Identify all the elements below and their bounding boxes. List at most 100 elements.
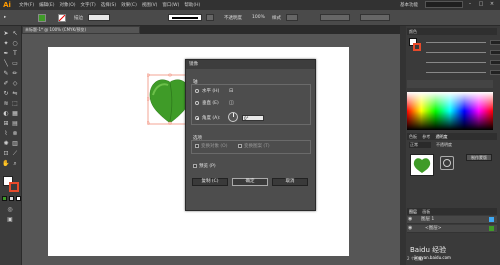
opacity-label: 不透明度 — [224, 16, 242, 21]
document-tab[interactable]: 未标题-1* @ 100% (CMYK/预览) — [22, 26, 140, 34]
color-tab-label[interactable]: 颜色 — [409, 29, 417, 34]
eyedropper-icon[interactable]: ⌇ — [2, 130, 10, 138]
lasso-icon[interactable]: ○ — [11, 40, 19, 48]
stroke-swatch[interactable] — [58, 14, 66, 22]
artboard-tool-icon[interactable]: ⊡ — [2, 150, 10, 158]
color-panel-tab[interactable]: 颜色 — [407, 28, 497, 35]
visibility-eye-icon[interactable]: ◉ — [408, 217, 413, 222]
none-mode-icon[interactable] — [16, 196, 21, 201]
artboards-tab[interactable]: 画板 — [422, 209, 430, 214]
close-icon[interactable]: × — [488, 1, 496, 8]
angle-input[interactable]: 0° — [242, 115, 264, 121]
style-picker[interactable] — [286, 14, 298, 21]
menu-help[interactable]: 帮助(H) — [184, 2, 200, 8]
magenta-slider[interactable] — [418, 50, 500, 55]
transform-objects-checkbox[interactable] — [195, 144, 199, 148]
zoom-tool-icon[interactable]: ⌕ — [11, 160, 19, 168]
stroke-label: 描边 — [74, 16, 83, 21]
collapsed-panel-strip — [400, 26, 406, 265]
reference-tab[interactable]: 参考 — [422, 134, 430, 139]
color-spectrum[interactable] — [407, 92, 493, 130]
menu-file[interactable]: 文件(F) — [19, 2, 34, 8]
no-stroke-icon — [59, 15, 65, 21]
black-slider[interactable] — [418, 70, 500, 75]
rotate-tool-icon[interactable]: ↻ — [2, 90, 10, 98]
pencil-icon[interactable]: ✏ — [11, 70, 19, 78]
watermark-text: Baidu 经验 — [410, 246, 447, 254]
draw-mode-icon[interactable]: ◎ — [6, 206, 14, 214]
blend-tool-icon[interactable]: ⊗ — [11, 130, 19, 138]
swatches-tab[interactable]: 色板 — [409, 134, 417, 139]
layer-row-2[interactable]: ◉ <图层> — [407, 225, 497, 233]
align-controls[interactable] — [320, 14, 350, 21]
transparency-tab[interactable]: 透明度 — [436, 134, 448, 139]
transform-patterns-checkbox[interactable] — [238, 144, 242, 148]
menu-edit[interactable]: 编辑(E) — [39, 2, 54, 8]
pen-tool-icon[interactable]: ✒ — [2, 50, 10, 58]
gradient-mode-icon[interactable] — [9, 196, 14, 201]
menu-effect[interactable]: 效果(C) — [121, 2, 137, 8]
perspective-grid-icon[interactable]: ▦ — [11, 110, 19, 118]
layer-row-1[interactable]: ◉ 图层 1 — [407, 216, 497, 224]
brush-dropdown[interactable] — [206, 14, 214, 21]
workspace-switcher[interactable]: 基本功能 — [400, 2, 418, 8]
line-tool-icon[interactable]: ╲ — [2, 60, 10, 68]
app-logo: Ai — [3, 1, 11, 9]
angle-radio[interactable] — [195, 116, 199, 120]
stroke-color-box[interactable] — [9, 182, 19, 192]
rectangle-tool-icon[interactable]: ▭ — [11, 60, 19, 68]
layer-color-swatch — [489, 217, 494, 222]
transform-controls[interactable] — [360, 14, 390, 21]
cyan-slider[interactable] — [418, 40, 500, 45]
layer-1-name[interactable]: 图层 1 — [421, 216, 434, 224]
ok-button[interactable]: 确定 — [232, 178, 268, 186]
preview-label: 预览 (P) — [199, 164, 216, 169]
visibility-eye-icon[interactable]: ◉ — [408, 226, 413, 231]
eraser-icon[interactable]: ◇ — [11, 80, 19, 88]
paintbrush-icon[interactable]: ✎ — [2, 70, 10, 78]
search-input[interactable] — [425, 1, 463, 8]
menu-view[interactable]: 视图(V) — [142, 2, 158, 8]
symbol-sprayer-icon[interactable]: ✺ — [2, 140, 10, 148]
blend-mode-select[interactable]: 正常 — [409, 142, 431, 148]
reflect-tool-icon[interactable]: ⇋ — [11, 90, 19, 98]
blob-brush-icon[interactable]: ✐ — [2, 80, 10, 88]
vertical-radio[interactable] — [195, 101, 199, 105]
menu-bar: Ai 文件(F) 编辑(E) 对象(O) 文字(T) 选择(S) 效果(C) 视… — [0, 0, 500, 10]
transparency-thumbnail[interactable] — [410, 154, 434, 176]
no-mask-icon[interactable] — [440, 156, 454, 170]
menu-type[interactable]: 文字(T) — [81, 2, 96, 8]
width-tool-icon[interactable]: ≋ — [2, 100, 10, 108]
preview-checkbox[interactable] — [193, 164, 197, 168]
selection-tool-icon[interactable]: ➤ — [2, 30, 10, 38]
menu-select[interactable]: 选择(S) — [101, 2, 116, 8]
angle-dial[interactable] — [228, 112, 238, 122]
brush-definition[interactable] — [168, 14, 202, 21]
yellow-slider[interactable] — [418, 60, 500, 65]
stroke-weight-field[interactable] — [88, 14, 110, 21]
layers-tab[interactable]: 图层 — [409, 209, 417, 214]
shape-builder-icon[interactable]: ◐ — [2, 110, 10, 118]
opacity-value[interactable]: 100% — [252, 15, 265, 20]
copy-button[interactable]: 复制 (C) — [192, 178, 228, 186]
minimize-icon[interactable]: – — [466, 1, 474, 8]
hand-tool-icon[interactable]: ✋ — [2, 160, 10, 168]
free-transform-icon[interactable]: ⬚ — [11, 100, 19, 108]
fill-swatch[interactable] — [38, 14, 46, 22]
menu-window[interactable]: 窗口(W) — [162, 2, 179, 8]
type-tool-icon[interactable]: T — [11, 50, 19, 58]
maximize-icon[interactable]: □ — [477, 1, 485, 8]
slice-tool-icon[interactable]: ⟋ — [11, 150, 19, 158]
cancel-button[interactable]: 取消 — [272, 178, 308, 186]
menu-object[interactable]: 对象(O) — [59, 2, 75, 8]
gradient-tool-icon[interactable]: ▤ — [11, 120, 19, 128]
sublayer-name[interactable]: <图层> — [425, 225, 442, 233]
column-graph-icon[interactable]: ▥ — [11, 140, 19, 148]
horizontal-radio[interactable] — [195, 89, 199, 93]
direct-selection-tool-icon[interactable]: ↖ — [11, 30, 19, 38]
make-mask-button[interactable]: 制作蒙版 — [466, 154, 492, 161]
screen-mode-icon[interactable]: ▣ — [6, 216, 14, 224]
color-mode-icon[interactable] — [2, 196, 7, 201]
magic-wand-icon[interactable]: ✦ — [2, 40, 10, 48]
mesh-tool-icon[interactable]: ⊞ — [2, 120, 10, 128]
